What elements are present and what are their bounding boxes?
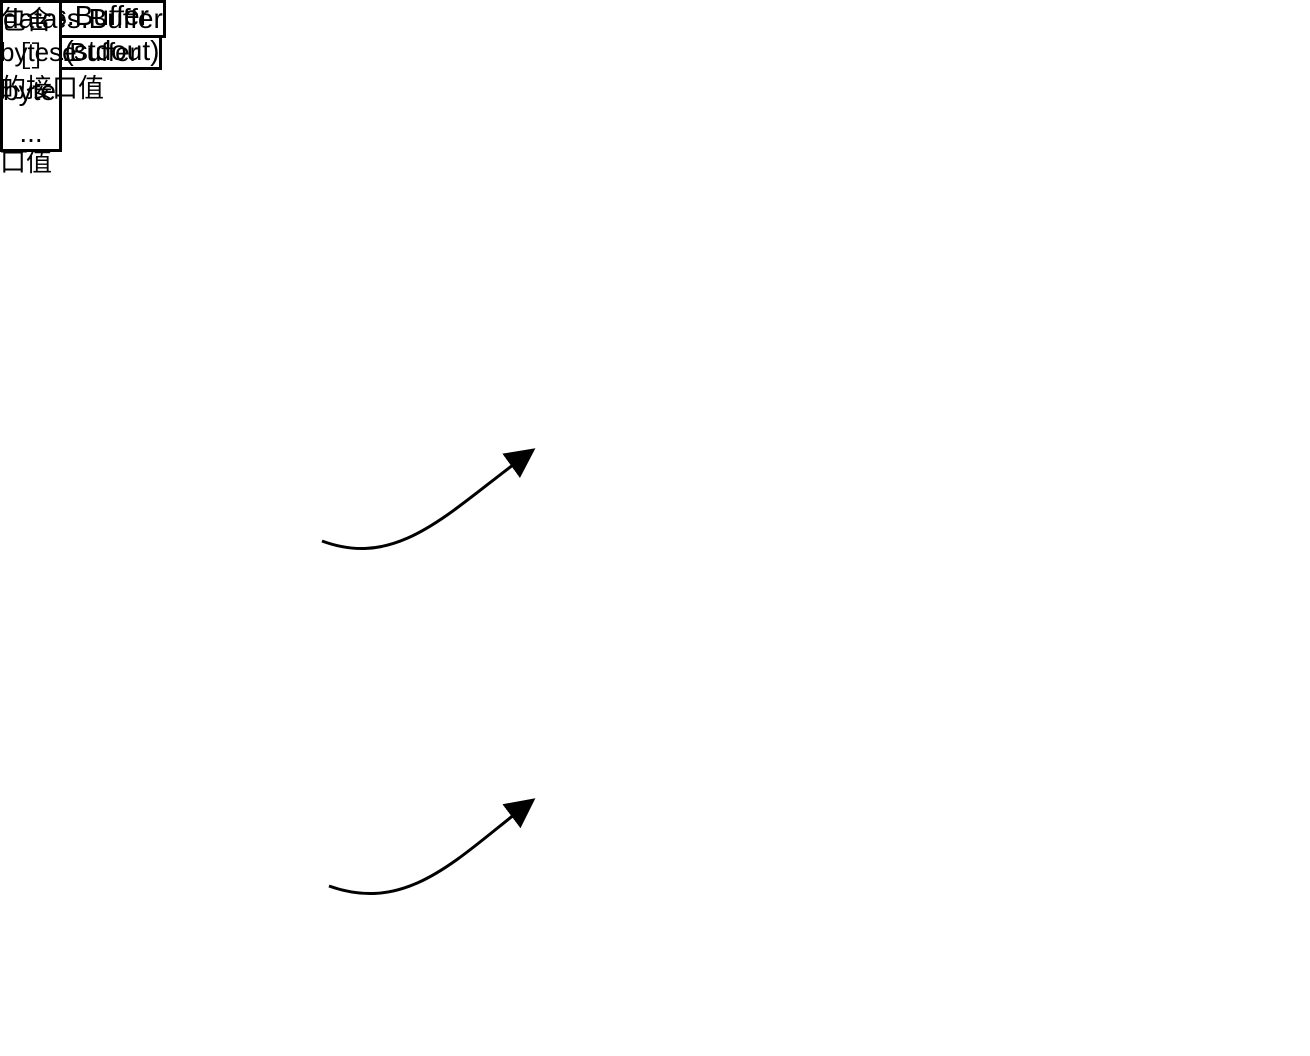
target-line-2: ... xyxy=(19,117,42,149)
pointer-arrow xyxy=(0,0,1310,1056)
pointer-arrow xyxy=(0,0,1310,1056)
diagram-caption: 包含bytes.Buffer的接口值 xyxy=(0,0,138,105)
